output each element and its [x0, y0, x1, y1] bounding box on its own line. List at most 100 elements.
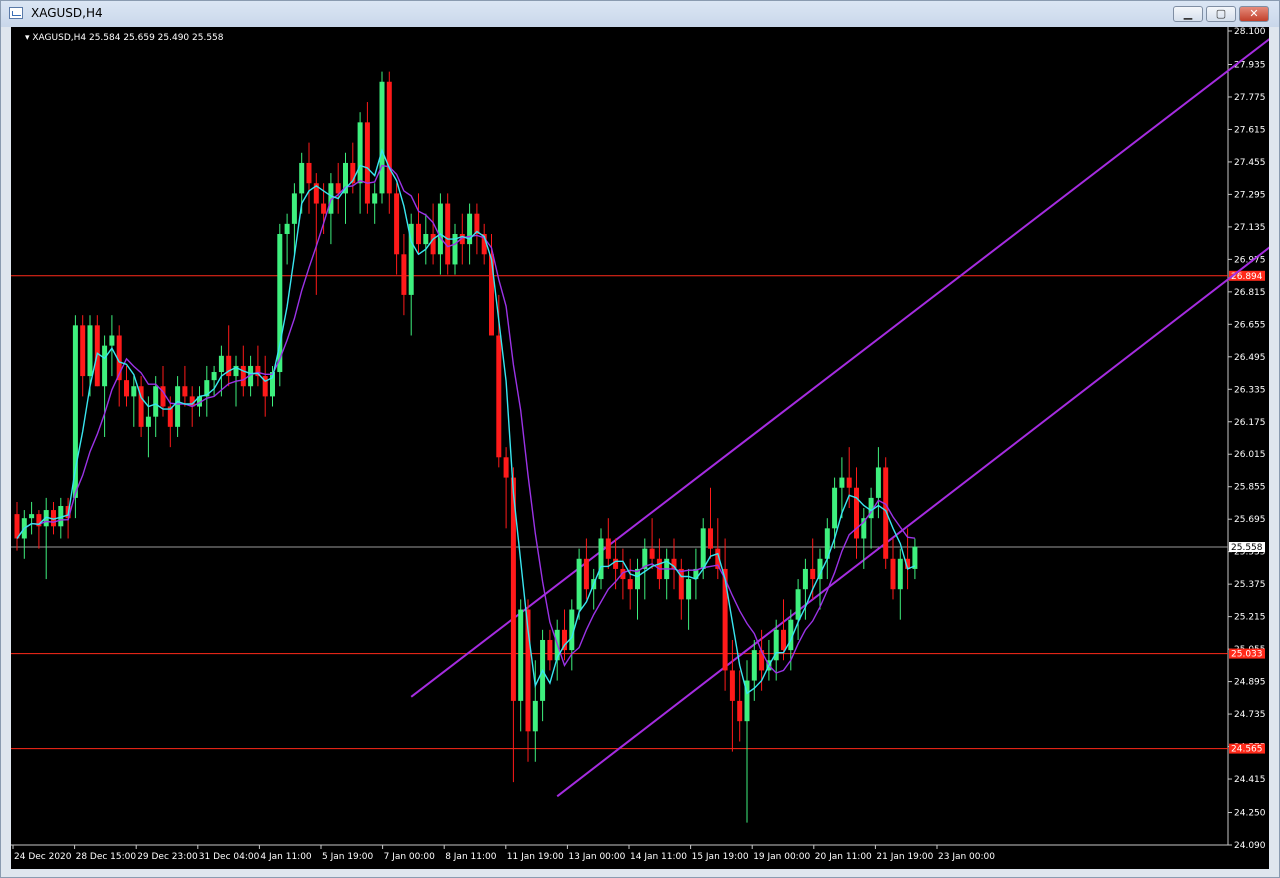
symbol-info-text: ▾ XAGUSD,H4 25.584 25.659 25.490 25.558 — [25, 33, 224, 43]
candle-body — [437, 203, 443, 255]
candle-body — [810, 568, 816, 580]
y-tick-label: 26.175 — [1234, 418, 1266, 428]
y-tick-label: 27.135 — [1234, 223, 1266, 233]
candle-body — [364, 122, 370, 204]
y-tick-label: 27.455 — [1234, 158, 1266, 168]
slow-moving-average — [16, 164, 915, 674]
x-tick-label: 23 Jan 00:00 — [938, 852, 995, 862]
candle-body — [299, 162, 305, 194]
y-tick-label: 25.695 — [1234, 515, 1266, 525]
candle-body — [518, 609, 524, 701]
candle-body — [613, 558, 619, 569]
candle-body — [729, 670, 735, 701]
candle-body — [708, 528, 713, 549]
x-tick-label: 5 Jan 19:00 — [322, 852, 374, 862]
candle-body — [357, 122, 363, 184]
candle-body — [583, 558, 589, 590]
x-tick-label: 19 Jan 00:00 — [753, 852, 810, 862]
candle-body — [102, 345, 108, 387]
candle-body — [854, 487, 859, 539]
candle-body — [218, 355, 224, 373]
title-bar[interactable]: XAGUSD,H4 ▁ ▢ ✕ — [1, 1, 1279, 27]
candle-body — [240, 365, 246, 387]
candle-body — [897, 558, 903, 590]
y-tick-label: 24.735 — [1234, 710, 1266, 720]
candle-body — [649, 548, 655, 559]
candle-body — [291, 193, 297, 224]
y-tick-label: 26.495 — [1234, 353, 1266, 363]
x-tick-label: 28 Dec 15:00 — [76, 852, 137, 862]
candle-body — [80, 325, 86, 377]
x-tick-label: 4 Jan 11:00 — [260, 852, 312, 862]
fast-moving-average — [16, 148, 916, 695]
x-tick-label: 31 Dec 04:00 — [199, 852, 260, 862]
channel-trend-line — [556, 246, 1269, 798]
candle-body — [627, 579, 633, 590]
x-tick-label: 13 Jan 00:00 — [568, 852, 625, 862]
candle-body — [605, 538, 611, 559]
channel-trend-line — [410, 38, 1269, 698]
candle-body — [875, 467, 881, 498]
candle-body — [846, 477, 852, 488]
y-tick-label: 24.090 — [1234, 841, 1266, 851]
candle-body — [131, 386, 137, 397]
maximize-button[interactable]: ▢ — [1206, 6, 1236, 22]
price-chart[interactable]: 28.10027.93527.77527.61527.45527.29527.1… — [11, 27, 1269, 869]
x-tick-label: 24 Dec 2020 — [14, 852, 72, 862]
close-button[interactable]: ✕ — [1239, 6, 1269, 22]
y-tick-label: 26.015 — [1234, 450, 1266, 460]
x-tick-label: 21 Jan 19:00 — [876, 852, 933, 862]
candle-body — [532, 700, 538, 732]
candle-body — [686, 579, 692, 600]
y-tick-label: 25.215 — [1234, 613, 1266, 623]
candle-body — [29, 514, 35, 519]
candle-body — [87, 325, 93, 377]
candle-body — [700, 528, 706, 569]
candle-body — [379, 81, 385, 194]
candle-body — [802, 568, 808, 590]
window-title: XAGUSD,H4 — [31, 6, 103, 20]
chart-window: XAGUSD,H4 ▁ ▢ ✕ 28.100 27.935 27.775 27.615… — [0, 0, 1280, 878]
candle-body — [145, 416, 151, 427]
x-tick-label: 29 Dec 23:00 — [137, 852, 198, 862]
candle-body — [306, 162, 312, 184]
candle-body — [153, 386, 159, 417]
candle-body — [576, 558, 582, 610]
x-tick-label: 11 Jan 19:00 — [507, 852, 564, 862]
candle-body — [416, 223, 421, 245]
candle-body — [182, 386, 188, 397]
y-tick-label: 27.775 — [1234, 93, 1266, 103]
y-tick-label: 25.855 — [1234, 483, 1266, 493]
y-tick-label: 24.250 — [1234, 809, 1266, 819]
x-tick-label: 20 Jan 11:00 — [815, 852, 872, 862]
candle-body — [489, 254, 494, 336]
candle-body — [394, 193, 400, 255]
candle-body — [839, 477, 845, 488]
candle-body — [124, 380, 129, 397]
candle-body — [751, 650, 757, 681]
candle-body — [547, 639, 553, 661]
level-price-label: 24.565 — [1231, 745, 1263, 755]
candle-body — [781, 629, 786, 651]
candle-body — [386, 81, 392, 194]
candle-body — [737, 700, 743, 722]
candle-body — [14, 514, 20, 539]
candle-body — [795, 589, 801, 620]
y-tick-label: 24.895 — [1234, 678, 1266, 688]
y-tick-label: 27.615 — [1234, 125, 1266, 135]
minimize-button[interactable]: ▁ — [1173, 6, 1203, 22]
candle-body — [503, 457, 509, 478]
chart-window-icon — [9, 7, 23, 19]
candle-body — [759, 650, 765, 671]
current-price-label: 25.558 — [1231, 543, 1263, 553]
x-tick-label: 8 Jan 11:00 — [445, 852, 497, 862]
candle-body — [912, 546, 918, 569]
candle-body — [832, 487, 838, 529]
candle-body — [284, 223, 290, 234]
candle-body — [321, 203, 327, 214]
candle-body — [890, 558, 896, 590]
chart-area[interactable]: 28.100 27.935 27.775 27.615 27.455 27.295 27.1… — [11, 27, 1269, 869]
level-price-label: 25.033 — [1231, 650, 1263, 660]
candle-body — [445, 203, 451, 265]
candle-body — [175, 386, 181, 427]
